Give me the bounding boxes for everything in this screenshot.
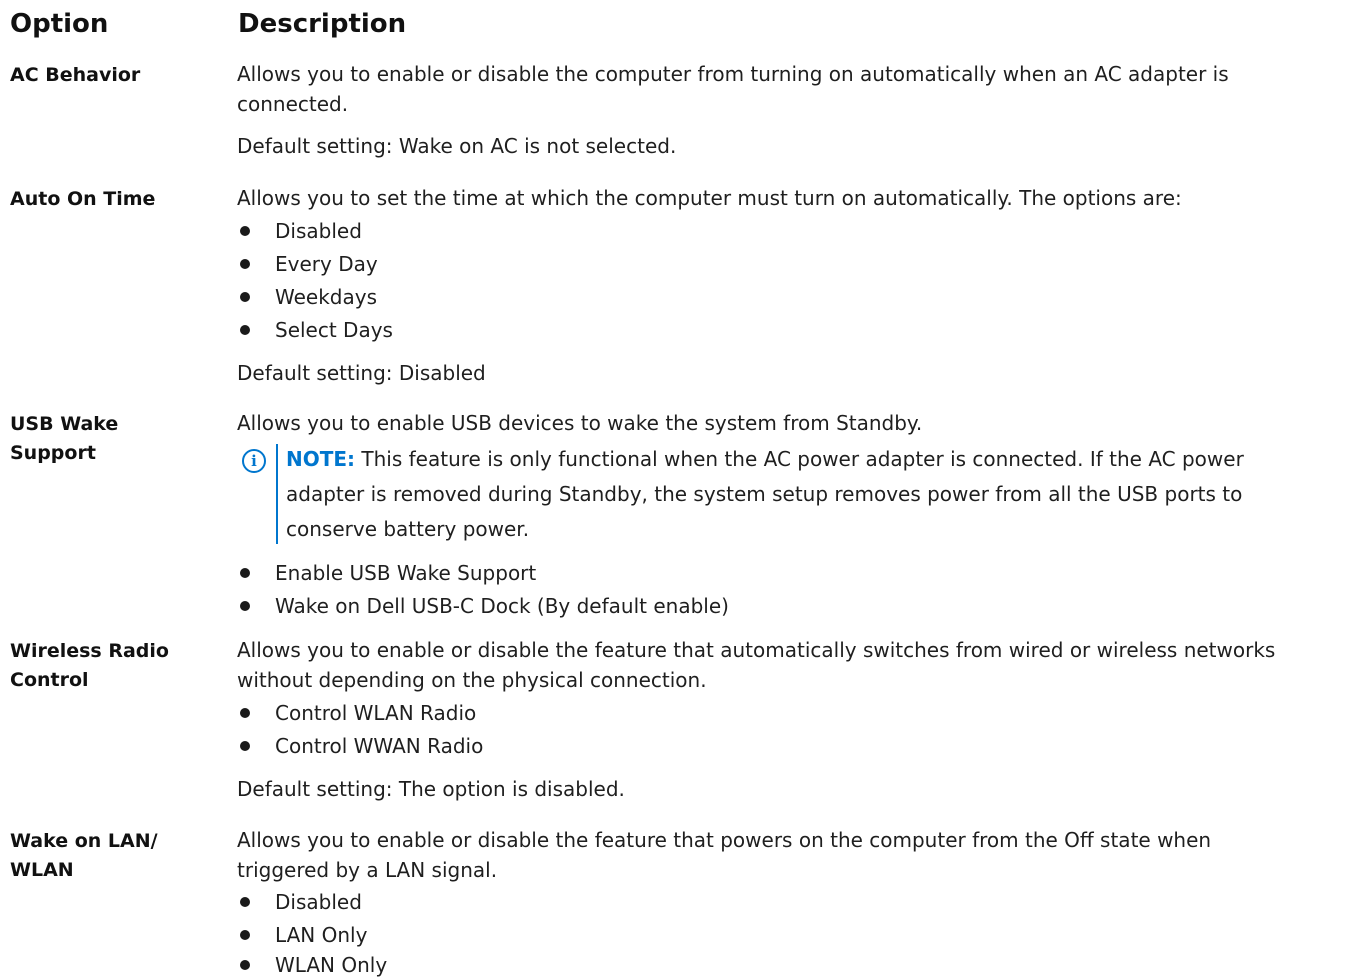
list-item: Enable USB Wake Support bbox=[240, 558, 536, 588]
option-label-wake-on-lan-line2: WLAN bbox=[10, 859, 74, 881]
bullet-icon bbox=[240, 258, 250, 269]
bullet-icon bbox=[240, 959, 250, 970]
note-text-line2: adapter is removed during Standby, the s… bbox=[286, 482, 1243, 506]
ac-behavior-desc-line1: Allows you to enable or disable the comp… bbox=[237, 62, 1229, 86]
bullet-icon bbox=[240, 896, 250, 907]
list-item: Disabled bbox=[240, 887, 362, 917]
option-label-usb-wake-line2: Support bbox=[10, 442, 96, 464]
wake-on-lan-desc-line2: triggered by a LAN signal. bbox=[237, 858, 498, 882]
list-item: Control WLAN Radio bbox=[240, 698, 476, 728]
option-column-header: Option bbox=[10, 9, 109, 39]
list-item: WLAN Only bbox=[240, 950, 387, 980]
wireless-radio-desc-line1: Allows you to enable or disable the feat… bbox=[237, 638, 1276, 662]
note-block: NOTE: This feature is only functional wh… bbox=[286, 442, 1336, 547]
auto-on-time-default: Default setting: Disabled bbox=[237, 361, 486, 385]
usb-wake-desc: Allows you to enable USB devices to wake… bbox=[237, 411, 923, 435]
ac-behavior-default: Default setting: Wake on AC is not selec… bbox=[237, 134, 677, 158]
list-item: Control WWAN Radio bbox=[240, 731, 483, 761]
description-column-header: Description bbox=[238, 9, 407, 39]
note-text-line3: conserve battery power. bbox=[286, 517, 530, 541]
wake-on-lan-desc-line1: Allows you to enable or disable the feat… bbox=[237, 828, 1212, 852]
bullet-icon bbox=[240, 225, 250, 236]
option-label-wireless-radio-line2: Control bbox=[10, 669, 89, 691]
option-label-usb-wake-line1: USB Wake bbox=[10, 413, 119, 435]
bullet-icon bbox=[240, 324, 250, 335]
list-item: Disabled bbox=[240, 216, 362, 246]
option-label-auto-on-time: Auto On Time bbox=[10, 188, 156, 210]
list-item: LAN Only bbox=[240, 920, 367, 950]
wireless-radio-default: Default setting: The option is disabled. bbox=[237, 777, 625, 801]
option-label-wireless-radio-line1: Wireless Radio bbox=[10, 640, 169, 662]
list-item: Wake on Dell USB-C Dock (By default enab… bbox=[240, 591, 729, 621]
bullet-icon bbox=[240, 600, 250, 611]
bullet-icon bbox=[240, 567, 250, 578]
list-item: Every Day bbox=[240, 249, 378, 279]
note-text-line1: This feature is only functional when the… bbox=[355, 447, 1244, 471]
info-icon: i bbox=[242, 449, 266, 473]
bullet-icon bbox=[240, 929, 250, 940]
wireless-radio-desc-line2: without depending on the physical connec… bbox=[237, 668, 707, 692]
list-item: Select Days bbox=[240, 315, 393, 345]
note-divider bbox=[276, 444, 278, 544]
auto-on-time-desc: Allows you to set the time at which the … bbox=[237, 186, 1182, 210]
note-label: NOTE: bbox=[286, 447, 356, 471]
bullet-icon bbox=[240, 707, 250, 718]
bullet-icon bbox=[240, 291, 250, 302]
list-item: Weekdays bbox=[240, 282, 377, 312]
ac-behavior-desc-line2: connected. bbox=[237, 92, 349, 116]
option-label-wake-on-lan-line1: Wake on LAN/ bbox=[10, 830, 158, 852]
option-label-ac-behavior: AC Behavior bbox=[10, 64, 141, 86]
bullet-icon bbox=[240, 740, 250, 751]
